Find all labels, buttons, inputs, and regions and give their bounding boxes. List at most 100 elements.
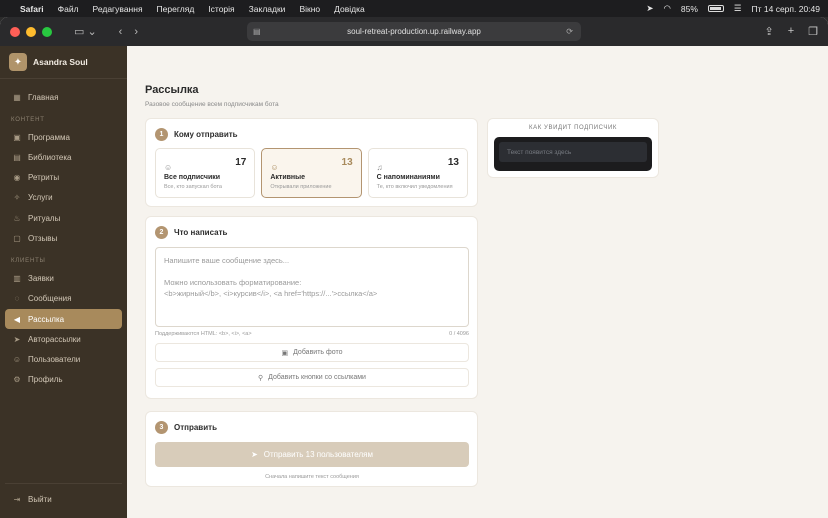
audience-count: 13	[341, 157, 353, 168]
sidebar-item-label: Профиль	[28, 375, 63, 385]
megaphone-icon: ◀	[13, 314, 21, 324]
audience-count: 13	[447, 157, 459, 168]
sidebar-item-rituals[interactable]: ♨ Ритуалы	[5, 208, 122, 228]
sidebar-item-label: Сообщения	[28, 294, 72, 304]
sidebar-item-label: Услуги	[28, 193, 53, 203]
menu-bookmarks[interactable]: Закладки	[249, 4, 286, 14]
chat-bubble-icon: ◌	[14, 294, 20, 304]
bell-icon: ♫	[376, 163, 383, 172]
zoom-window-button[interactable]	[42, 26, 52, 37]
menu-window[interactable]: Вікно	[299, 4, 320, 14]
sidebar-toggle-icon[interactable]: ▭ ⌄	[74, 25, 97, 38]
back-icon[interactable]: ‹	[119, 26, 123, 38]
placeholder-line: <b>жирный</b>, <i>курсив</i>, <a href='h…	[164, 289, 378, 298]
menu-file[interactable]: Файл	[58, 4, 79, 14]
sidebar-item-label: Авторассылки	[28, 334, 81, 344]
menu-edit[interactable]: Редагування	[93, 4, 143, 14]
sidebar-item-services[interactable]: ✧ Услуги	[5, 188, 122, 208]
new-tab-icon[interactable]: +	[788, 25, 794, 38]
menu-app-name[interactable]: Safari	[20, 4, 44, 14]
toolbar-right: ⇪ + ❐	[764, 25, 818, 38]
brand-logo-icon: ✦	[9, 53, 27, 71]
message-square-icon: ▢	[13, 233, 21, 243]
audience-options: ☺ 17 Все подписчики Все, кто запускал бо…	[155, 148, 468, 198]
browser-toolbar: ▭ ⌄ ‹ › ▤ soul-retreat-production.up.rai…	[0, 17, 828, 46]
location-icon[interactable]: ➤	[646, 3, 653, 14]
preview-label: КАК УВИДИТ ПОДПИСЧИК	[529, 125, 617, 131]
send-button[interactable]: ➤ Отправить 13 пользователям	[155, 442, 469, 467]
audience-title: Активные	[270, 174, 306, 181]
sidebar-item-label: Пользователи	[28, 355, 81, 365]
close-window-button[interactable]	[10, 26, 20, 37]
battery-percent: 85%	[680, 3, 698, 14]
users-icon: ☺	[164, 163, 173, 172]
sidebar-item-label: Библиотека	[28, 152, 72, 162]
link-icon: ⚲	[258, 374, 264, 382]
clipboard-icon: ▥	[13, 273, 21, 283]
placeholder-line: Напишите ваше сообщение здесь...	[164, 256, 290, 265]
sidebar: ✦ Asandra Soul ▦ Главная КОНТЕНТ ▣ Прогр…	[0, 46, 127, 518]
book-icon: ▤	[13, 152, 21, 162]
logout-button[interactable]: ⇥ Выйти	[5, 490, 122, 510]
address-bar[interactable]: ▤ soul-retreat-production.up.railway.app…	[247, 22, 581, 41]
section-label-clients: КЛИЕНТЫ	[11, 258, 46, 265]
audience-active[interactable]: ☺ 13 Активные Открывали приложение	[261, 148, 362, 198]
browser-window: ▭ ⌄ ‹ › ▤ soul-retreat-production.up.rai…	[0, 17, 828, 518]
sidebar-item-library[interactable]: ▤ Библиотека	[5, 147, 122, 167]
step-title: Кому отправить	[174, 130, 238, 139]
add-link-buttons-button[interactable]: ⚲ Добавить кнопки со ссылками	[155, 368, 469, 387]
menu-history[interactable]: Історія	[208, 4, 234, 14]
audience-all[interactable]: ☺ 17 Все подписчики Все, кто запускал бо…	[155, 148, 256, 198]
add-buttons-label: Добавить кнопки со ссылками	[268, 374, 366, 381]
sidebar-item-label: Рассылка	[28, 314, 65, 324]
send-icon: ➤	[251, 450, 258, 459]
menu-help[interactable]: Довідка	[334, 4, 365, 14]
clock[interactable]: Пт 14 серп. 20:49	[752, 4, 820, 14]
tab-overview-icon[interactable]: ❐	[808, 25, 818, 38]
sidebar-item-retreats[interactable]: ◉ Ретриты	[5, 168, 122, 188]
minimize-window-button[interactable]	[26, 26, 36, 37]
audience-reminders[interactable]: ♫ 13 С напоминаниями Те, кто включил уве…	[367, 148, 468, 198]
location-pin-icon: ◉	[13, 173, 21, 183]
sidebar-item-requests[interactable]: ▥ Заявки	[5, 268, 122, 288]
sidebar-item-users[interactable]: ☺ Пользователи	[5, 350, 122, 370]
logout-label: Выйти	[28, 495, 52, 505]
step-number: 1	[155, 128, 168, 141]
logout-section: ⇥ Выйти	[5, 482, 122, 510]
window-controls	[10, 26, 52, 37]
sidebar-item-home[interactable]: ▦ Главная	[5, 87, 122, 107]
audience-title: С напоминаниями	[376, 174, 440, 181]
audience-count: 17	[235, 157, 247, 168]
sidebar-item-program[interactable]: ▣ Программа	[5, 127, 122, 147]
sidebar-item-label: Ретриты	[28, 173, 60, 183]
audience-desc: Те, кто включил уведомления	[376, 184, 453, 190]
message-textarea[interactable]: Напишите ваше сообщение здесь... Можно и…	[155, 247, 469, 327]
sparkle-icon: ✧	[13, 193, 21, 203]
add-photo-button[interactable]: ▣ Добавить фото	[155, 343, 469, 362]
sidebar-item-reviews[interactable]: ▢ Отзывы	[5, 228, 122, 248]
grid-icon: ▦	[13, 92, 21, 102]
share-icon[interactable]: ⇪	[764, 25, 773, 38]
control-center-icon[interactable]: ☰	[734, 3, 742, 14]
sidebar-item-auto-broadcasts[interactable]: ➤ Авторассылки	[5, 329, 122, 349]
reload-icon[interactable]: ⟳	[566, 27, 573, 36]
message-card: 2 Что написать Напишите ваше сообщение з…	[145, 216, 478, 399]
step-title: Отправить	[174, 423, 217, 432]
audience-desc: Открывали приложение	[270, 184, 332, 190]
sidebar-item-messages[interactable]: ◌ Сообщения	[5, 289, 122, 309]
sidebar-item-broadcast[interactable]: ◀ Рассылка	[5, 309, 122, 330]
audience-desc: Все, кто запускал бота	[164, 184, 222, 190]
char-counter: 0 / 4096	[449, 331, 469, 337]
wifi-icon[interactable]: ◠	[663, 3, 670, 14]
battery-icon[interactable]	[707, 5, 724, 12]
menu-view[interactable]: Перегляд	[157, 4, 195, 14]
forward-icon[interactable]: ›	[134, 26, 138, 38]
macos-menubar: Safari Файл Редагування Перегляд Історія…	[0, 0, 828, 17]
send-icon: ➤	[13, 334, 21, 344]
phone-preview: Текст появится здесь	[494, 137, 652, 171]
main-content: Рассылка Разовое сообщение всем подписчи…	[127, 46, 828, 518]
step-2-header: 2 Что написать	[155, 226, 468, 239]
sidebar-item-profile[interactable]: ⚙ Профиль	[5, 370, 122, 390]
gear-icon: ⚙	[13, 375, 21, 385]
textarea-footer: Поддерживаются HTML: <b>, <i>, <a> 0 / 4…	[155, 331, 469, 337]
